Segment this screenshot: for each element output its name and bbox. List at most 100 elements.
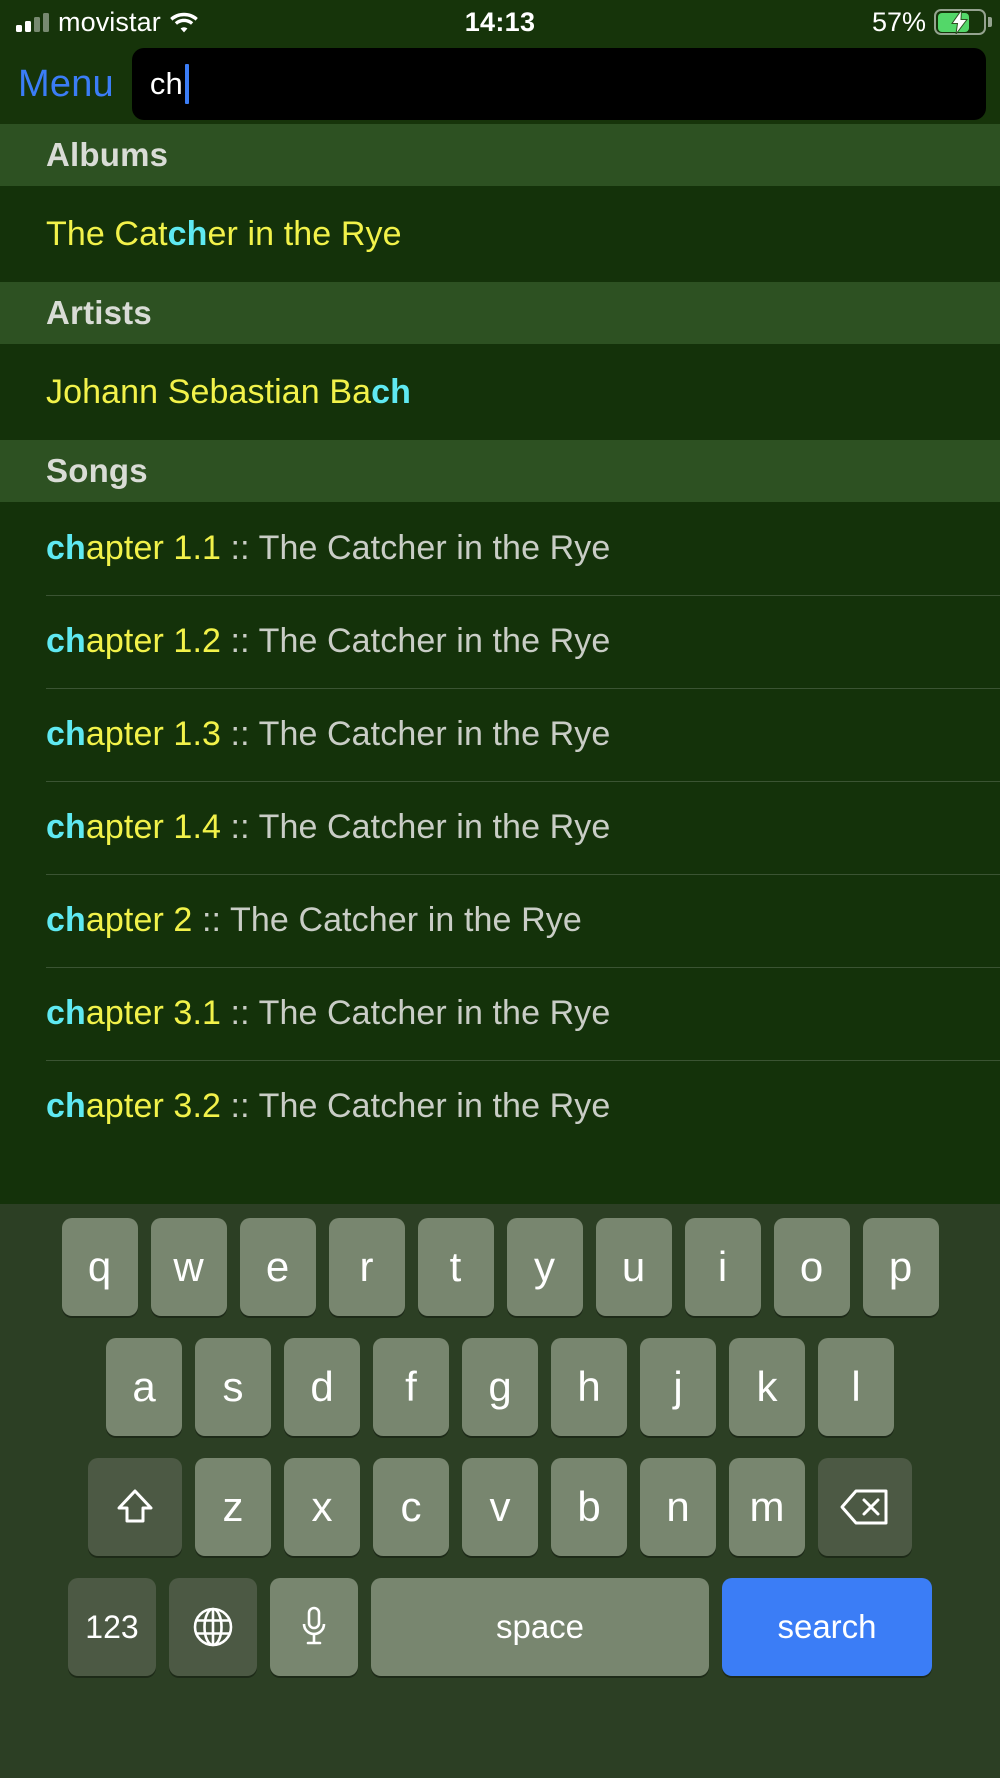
search-key[interactable]: search (722, 1578, 932, 1676)
result-text-part: apter 1.2 (85, 622, 221, 660)
key-x[interactable]: x (284, 1458, 360, 1556)
song-result-row[interactable]: chapter 1.4 :: The Catcher in the Rye (0, 781, 1000, 874)
globe-key[interactable] (169, 1578, 257, 1676)
key-y[interactable]: y (506, 1218, 583, 1316)
key-s[interactable]: s (195, 1338, 271, 1436)
song-result-row[interactable]: chapter 3.2 :: The Catcher in the Rye (0, 1060, 1000, 1153)
result-label: chapter 1.3 :: The Catcher in the Rye (46, 715, 610, 754)
song-result-row[interactable]: chapter 1.2 :: The Catcher in the Rye (0, 595, 1000, 688)
match-highlight: ch (46, 994, 86, 1032)
result-label: Johann Sebastian Bach (46, 373, 411, 412)
key-q[interactable]: q (61, 1218, 138, 1316)
navigation-bar: Menu ch (0, 44, 1000, 124)
key-o[interactable]: o (773, 1218, 850, 1316)
menu-button[interactable]: Menu (18, 63, 118, 106)
result-label: The Catcher in the Rye (46, 215, 402, 254)
app-screen: m o v i s t a r 14:13 57% Menu ch Albums The Ca… (0, 0, 1000, 1778)
result-text-part: :: The Catcher in the Rye (221, 715, 611, 753)
result-text-part: er in the Rye (207, 214, 402, 253)
result-text-part: :: The Catcher in the Rye (192, 901, 582, 939)
result-text-part: :: The Catcher in the Rye (221, 808, 611, 846)
status-bar-clock: 14:13 (464, 6, 536, 37)
battery-percentage: 57% (871, 6, 926, 37)
match-highlight: ch (46, 622, 86, 660)
section-header-artists: Artists (0, 282, 1000, 344)
keyboard-row-3: zxcvbnm (0, 1458, 1000, 1556)
match-highlight: ch (46, 529, 86, 567)
keyboard-row-2: asdfghjkl (0, 1338, 1000, 1436)
key-p[interactable]: p (862, 1218, 939, 1316)
key-d[interactable]: d (284, 1338, 360, 1436)
song-result-row[interactable]: chapter 1.1 :: The Catcher in the Rye (0, 502, 1000, 595)
status-bar: movistar 14:13 57% (0, 0, 1000, 44)
microphone-icon (299, 1605, 329, 1649)
keyboard-row-3-letters: zxcvbnm (195, 1458, 805, 1556)
backspace-icon (840, 1487, 890, 1527)
song-result-row[interactable]: chapter 2 :: The Catcher in the Rye (0, 874, 1000, 967)
key-k[interactable]: k (729, 1338, 805, 1436)
key-e[interactable]: e (239, 1218, 316, 1316)
section-header-songs: Songs (0, 440, 1000, 502)
key-h[interactable]: h (551, 1338, 627, 1436)
key-g[interactable]: g (462, 1338, 538, 1436)
key-u[interactable]: u (595, 1218, 672, 1316)
search-input-value: ch (149, 66, 184, 101)
backspace-key[interactable] (818, 1458, 912, 1556)
match-highlight: ch (46, 715, 86, 753)
keyboard-row-4: 123 space search (0, 1578, 1000, 1676)
space-key[interactable]: space (371, 1578, 709, 1676)
search-result-row[interactable]: The Catcher in the Rye (0, 186, 1000, 282)
result-text-part: The Cat (46, 214, 168, 253)
match-highlight: ch (371, 372, 412, 411)
shift-icon (113, 1485, 157, 1529)
search-result-row[interactable]: Johann Sebastian Bach (0, 344, 1000, 440)
result-text-part: Johann Sebastian Ba (46, 372, 372, 411)
dictation-key[interactable] (270, 1578, 358, 1676)
key-z[interactable]: z (195, 1458, 271, 1556)
search-input[interactable]: ch (131, 48, 986, 120)
section-header-label: Songs (46, 452, 148, 489)
key-t[interactable]: t (417, 1218, 494, 1316)
result-text-part: :: The Catcher in the Rye (221, 529, 611, 567)
key-c[interactable]: c (373, 1458, 449, 1556)
key-b[interactable]: b (551, 1458, 627, 1556)
key-n[interactable]: n (640, 1458, 716, 1556)
song-result-row[interactable]: chapter 3.1 :: The Catcher in the Rye (0, 967, 1000, 1060)
result-label: chapter 2 :: The Catcher in the Rye (46, 901, 582, 940)
match-highlight: ch (46, 808, 86, 846)
result-label: chapter 3.2 :: The Catcher in the Rye (46, 1087, 610, 1126)
section-header-albums: Albums (0, 124, 1000, 186)
result-text-part: apter 2 (85, 901, 193, 939)
charging-bolt-icon (951, 10, 969, 34)
result-text-part: :: The Catcher in the Rye (221, 622, 611, 660)
status-bar-right: 57% (871, 6, 992, 38)
result-label: chapter 1.4 :: The Catcher in the Rye (46, 808, 610, 847)
result-text-part: :: The Catcher in the Rye (221, 994, 611, 1032)
result-text-part: apter 1.4 (85, 808, 221, 846)
key-j[interactable]: j (640, 1338, 716, 1436)
search-results-list[interactable]: Albums The Catcher in the Rye Artists Johan… (0, 124, 1000, 1204)
shift-key[interactable] (88, 1458, 182, 1556)
keyboard-row-1: qwertyuiop (0, 1218, 1000, 1316)
result-label: chapter 3.1 :: The Catcher in the Rye (46, 994, 610, 1033)
match-highlight: ch (46, 1087, 86, 1125)
song-result-row[interactable]: chapter 1.3 :: The Catcher in the Rye (0, 688, 1000, 781)
key-v[interactable]: v (462, 1458, 538, 1556)
result-text-part: apter 1.1 (85, 529, 221, 567)
globe-icon (192, 1606, 234, 1648)
section-header-label: Artists (46, 294, 152, 331)
text-cursor (185, 64, 190, 104)
key-a[interactable]: a (106, 1338, 182, 1436)
result-text-part: apter 3.1 (85, 994, 221, 1032)
key-l[interactable]: l (818, 1338, 894, 1436)
key-f[interactable]: f (373, 1338, 449, 1436)
match-highlight: ch (167, 214, 208, 253)
numbers-key[interactable]: 123 (68, 1578, 156, 1676)
key-r[interactable]: r (328, 1218, 405, 1316)
result-label: chapter 1.1 :: The Catcher in the Rye (46, 529, 610, 568)
key-i[interactable]: i (684, 1218, 761, 1316)
match-highlight: ch (46, 901, 86, 939)
key-w[interactable]: w (150, 1218, 227, 1316)
on-screen-keyboard: qwertyuiop asdfghjkl zxcvbnm 123 space s… (0, 1204, 1000, 1778)
key-m[interactable]: m (729, 1458, 805, 1556)
